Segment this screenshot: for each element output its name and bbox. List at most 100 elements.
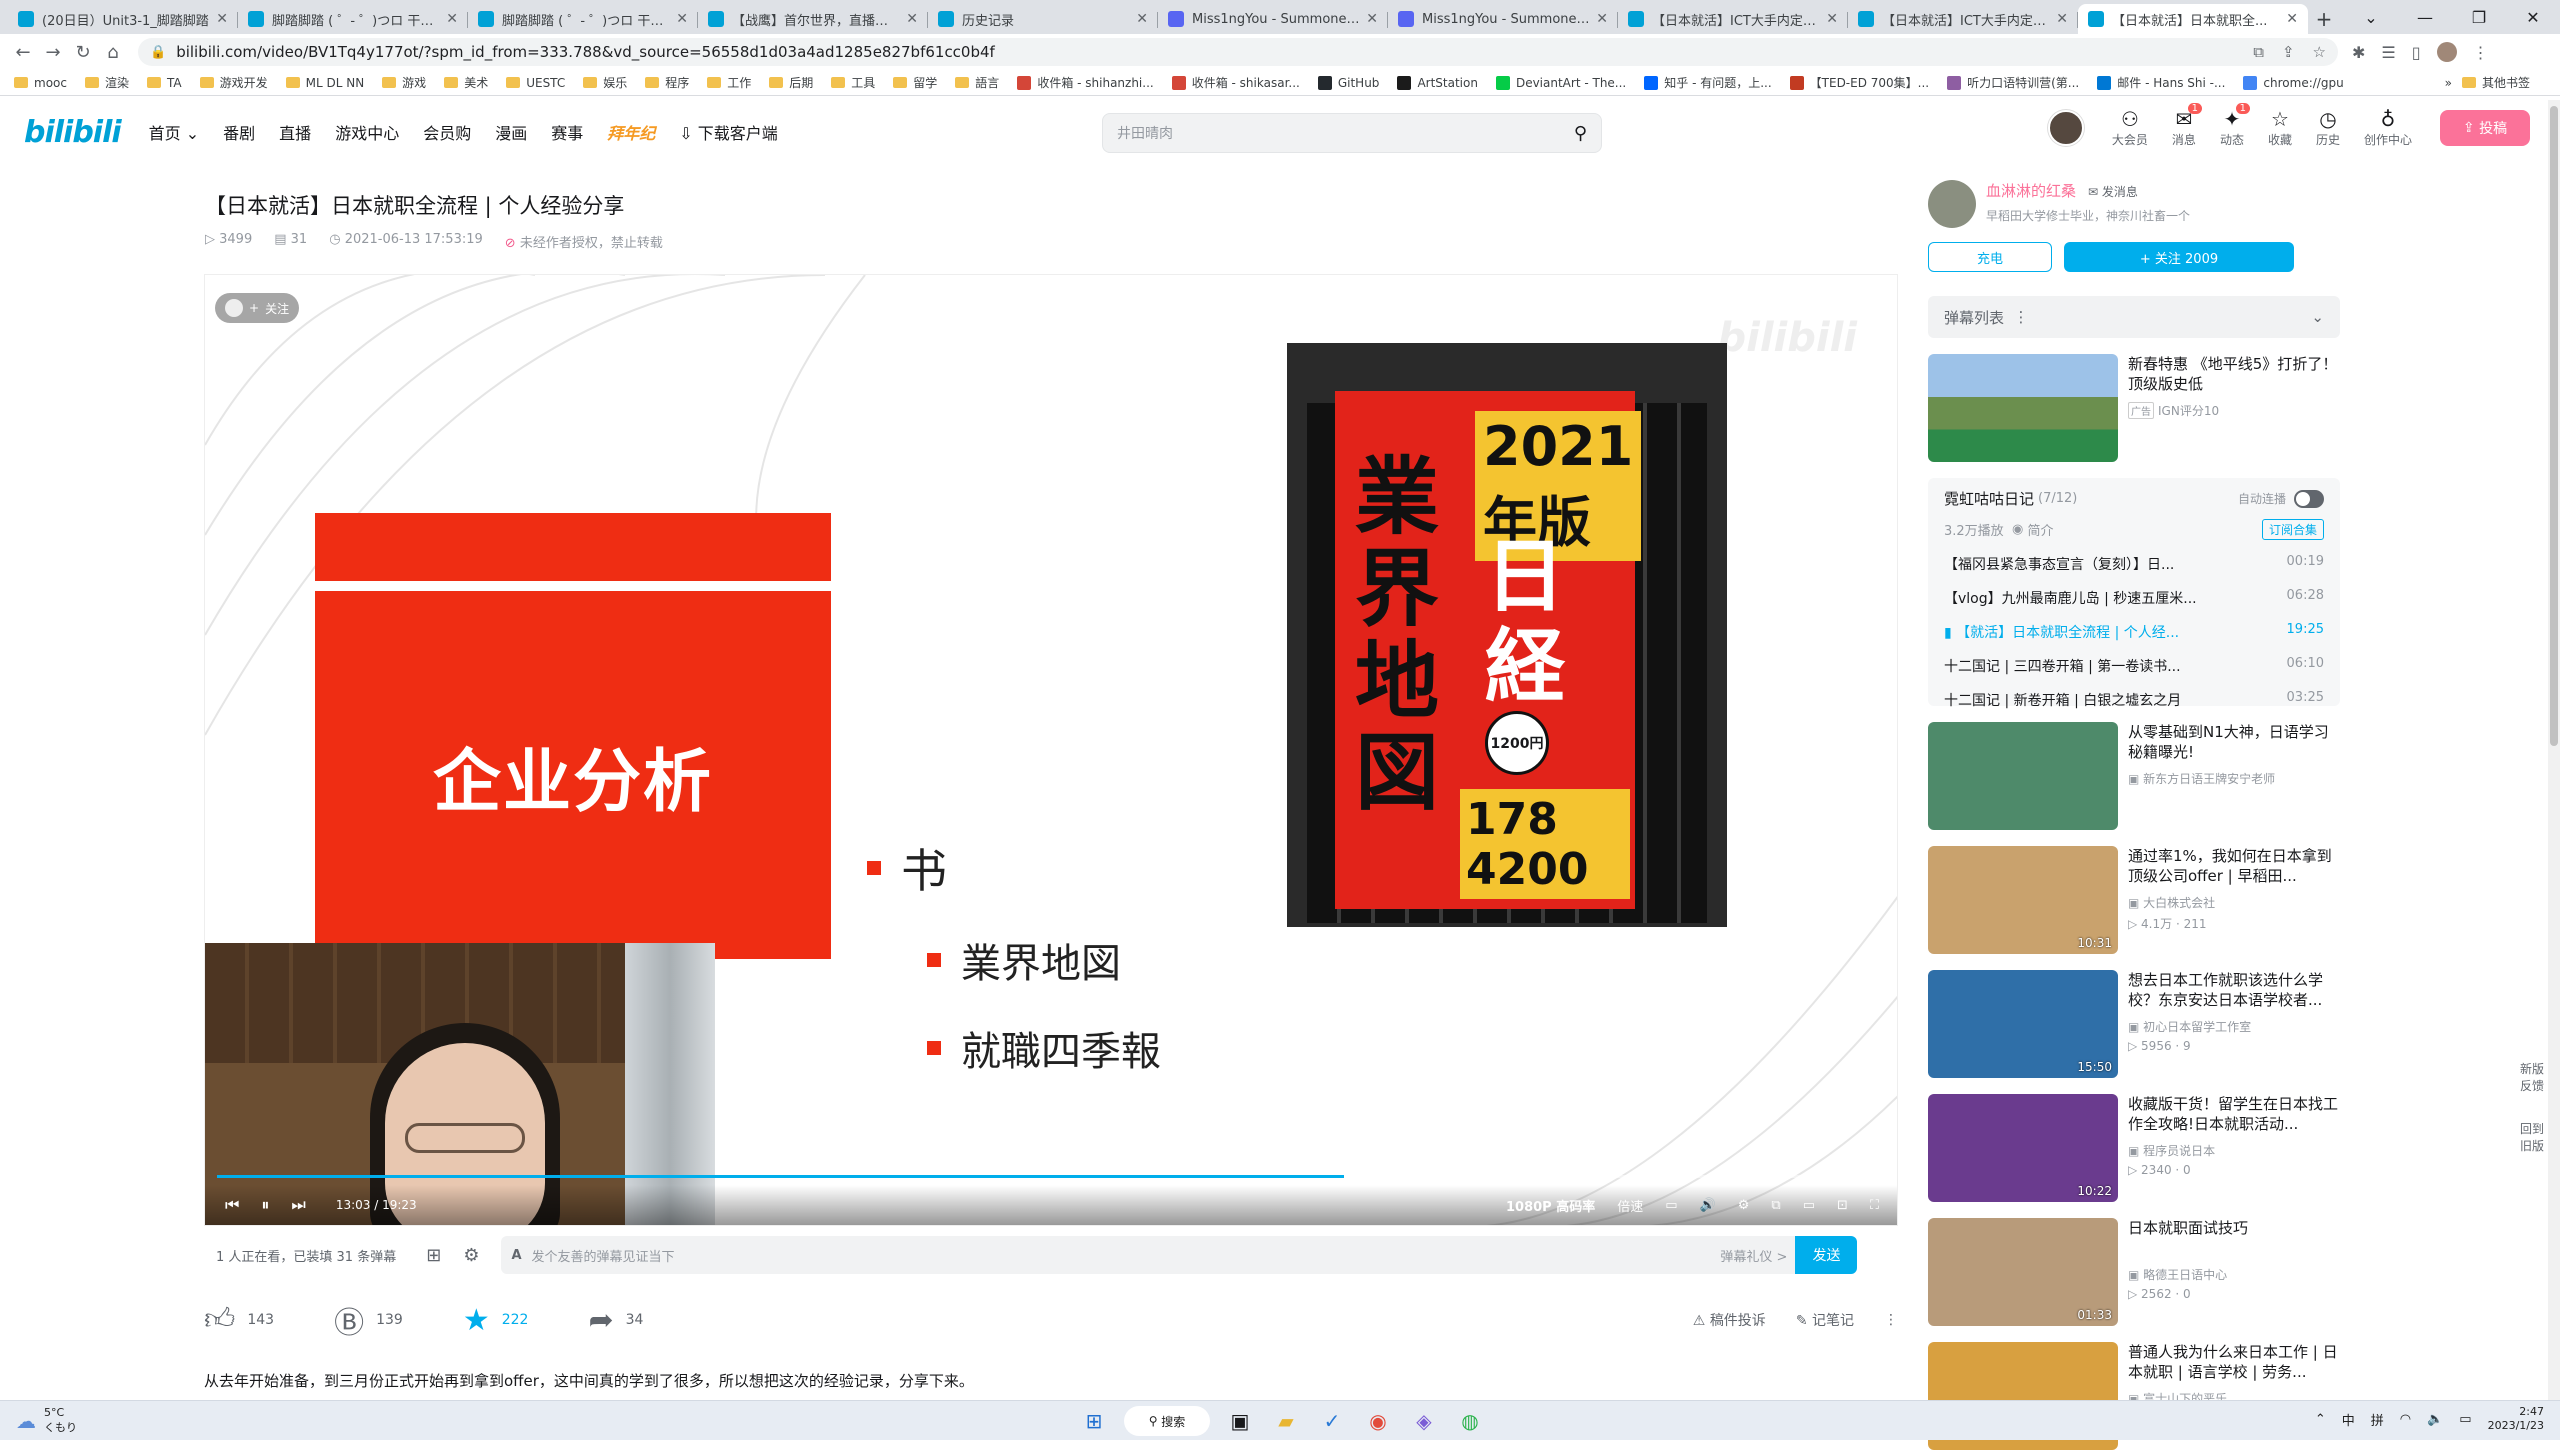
prev-icon[interactable]: ⏮ [225, 1195, 239, 1215]
progress-bar[interactable] [217, 1175, 1887, 1178]
recommendation-card[interactable]: 15:50 想去日本工作就职该选什么学校？东京安达日本语学校者... ▣ 初心日本留… [1928, 970, 2340, 1078]
bookmark-item[interactable]: 工具 [831, 74, 875, 91]
more-icon[interactable]: ⋮ [1884, 1312, 1898, 1328]
header-icon-3[interactable]: ☆ 收藏 [2268, 107, 2292, 148]
collection-intro[interactable]: 简介 [2027, 520, 2053, 539]
user-avatar[interactable] [2047, 109, 2084, 146]
recommendation-card[interactable]: 10:22 收藏版干货！留学生在日本找工作全攻略!日本就职活动... ▣ 程序员说日… [1928, 1094, 2340, 1202]
browser-tab[interactable]: 【战鹰】首尔世界，直播从新... ✕ [698, 4, 928, 34]
maximize-button[interactable]: ❐ [2452, 0, 2506, 34]
favorite-button[interactable]: ★ 222 [463, 1303, 529, 1338]
tray-chevron-icon[interactable]: ⌃ [2315, 1412, 2326, 1427]
ad-card[interactable]: 新春特惠 《地平线5》打折了！顶级版史低 广告 IGN评分10 [1928, 354, 2340, 462]
new-tab-button[interactable]: + [2308, 4, 2340, 34]
browser-tab[interactable]: 脚踏脚踏 ( ゜- ゜)つロ 干杯~-bilibili ✕ [238, 4, 468, 34]
taskbar-search[interactable]: ⚲ 搜索 [1124, 1406, 1210, 1436]
extension-puzzle-icon[interactable]: ✱ [2352, 43, 2365, 62]
bookmark-item[interactable]: 渲染 [84, 74, 129, 91]
wifi-icon[interactable]: ◠ [2400, 1412, 2411, 1427]
tab-close-icon[interactable]: ✕ [446, 11, 458, 27]
fullscreen-icon[interactable]: ⛶ [1870, 1198, 1879, 1213]
app-icon[interactable]: ◈ [1408, 1405, 1440, 1437]
speed-selector[interactable]: 倍速 [1617, 1196, 1643, 1215]
tab-close-icon[interactable]: ✕ [1596, 11, 1608, 27]
clock[interactable]: 2:47 2023/1/23 [2488, 1405, 2544, 1433]
browser-tab[interactable]: (20日目）Unit3-1_脚踏脚踏 ✕ [8, 4, 238, 34]
nav-item-highlight[interactable]: 拜年纪 [607, 120, 655, 144]
bookmark-item[interactable]: 留学 [893, 74, 937, 91]
subscribe-collection-button[interactable]: 订阅合集 [2261, 519, 2324, 540]
forward-button[interactable]: → [38, 37, 68, 67]
upload-button[interactable]: ⇪ 投稿 [2440, 109, 2530, 146]
collection-name[interactable]: 霓虹咕咕日记 [1944, 488, 2034, 509]
chrome-icon[interactable]: ◉ [1362, 1405, 1394, 1437]
toggle-switch[interactable] [2294, 489, 2324, 508]
bookmark-item[interactable]: UESTC [506, 76, 565, 90]
episode-item[interactable]: 【vlog】九州最南鹿儿岛 | 秒速五厘米... 06:28 [1944, 588, 2324, 608]
tab-close-icon[interactable]: ✕ [2286, 11, 2298, 27]
danmaku-input[interactable]: A 发个友善的弹幕见证当下 弹幕礼仪 > [501, 1236, 1802, 1274]
bookmark-item[interactable]: 工作 [707, 74, 751, 91]
subtitle-icon[interactable]: ▭ [1665, 1198, 1677, 1213]
bookmark-item[interactable]: 游戏开发 [199, 74, 268, 91]
tab-search-icon[interactable]: ⌄ [2344, 0, 2398, 34]
uploader-name[interactable]: 血淋淋的红桑 [1986, 182, 2076, 200]
tab-close-icon[interactable]: ✕ [1136, 11, 1148, 27]
bookmark-item[interactable]: 后期 [769, 74, 813, 91]
recommendation-card[interactable]: 从零基础到N1大神，日语学习秘籍曝光! ▣ 新东方日语王牌安宁老师 [1928, 722, 2340, 830]
widescreen-icon[interactable]: ▭ [1803, 1198, 1815, 1213]
danmaku-etiquette-link[interactable]: 弹幕礼仪 > [1720, 1246, 1787, 1265]
home-button[interactable]: ⌂ [98, 37, 128, 67]
wechat-icon[interactable]: ◍ [1454, 1405, 1486, 1437]
tab-close-icon[interactable]: ✕ [906, 11, 918, 27]
browser-tab[interactable]: 【日本就活】日本就职全... ✕ [2078, 4, 2308, 34]
bookmark-item[interactable]: 語言 [955, 74, 999, 91]
browser-tab[interactable]: Miss1ngYou - Summoner Stats ✕ [1388, 4, 1618, 34]
browser-tab[interactable]: 【日本就活】ICT大手内定个人... ✕ [1848, 4, 2078, 34]
battery-icon[interactable]: ▭ [2459, 1412, 2471, 1427]
tab-close-icon[interactable]: ✕ [676, 11, 688, 27]
floating-link[interactable]: 新版反馈 [2520, 1060, 2550, 1094]
bookmark-item[interactable]: 邮件 - Hans Shi -... [2097, 74, 2225, 91]
pause-icon[interactable]: ⏸ [261, 1195, 269, 1215]
danmaku-settings-icon[interactable]: ⚙ [463, 1245, 479, 1266]
todo-icon[interactable]: ✓ [1316, 1405, 1348, 1437]
url-field[interactable]: 🔒 bilibili.com/video/BV1Tq4y177ot/?spm_i… [138, 38, 2338, 66]
message-link[interactable]: ✉ 发消息 [2088, 185, 2138, 199]
danmaku-style-icon[interactable]: A [511, 1248, 521, 1263]
report-button[interactable]: ⚠ 稿件投诉 [1693, 1310, 1766, 1330]
header-icon-1[interactable]: ✉ 1 消息 [2172, 103, 2202, 148]
episode-item[interactable]: ▮ 【就活】日本就职全流程 | 个人经... 19:25 [1944, 622, 2324, 642]
danmaku-toggle-icon[interactable]: ⊞ [426, 1245, 441, 1266]
reload-button[interactable]: ↻ [68, 37, 98, 67]
bookmark-item[interactable]: chrome://gpu [2243, 75, 2344, 90]
bookmark-item[interactable]: DeviantArt - The... [1495, 75, 1626, 90]
follow-pill-button[interactable]: + 关注 [215, 293, 300, 323]
charge-button[interactable]: 充电 [1928, 242, 2052, 272]
more-bookmarks-icon[interactable]: » [2445, 76, 2452, 90]
profile-avatar[interactable] [2436, 42, 2457, 62]
start-icon[interactable]: ⊞ [1078, 1405, 1110, 1437]
nav-item[interactable]: 番剧 [223, 120, 255, 144]
bookmark-item[interactable]: TA [147, 76, 182, 90]
like-button[interactable]: 👍︎ 143 [204, 1302, 274, 1338]
bookmark-item[interactable]: ArtStation [1397, 75, 1478, 90]
webfullscreen-icon[interactable]: ⊡ [1837, 1198, 1848, 1213]
scrollbar-thumb[interactable] [2550, 106, 2558, 746]
bookmark-item[interactable]: 知乎 - 有问题，上... [1644, 74, 1772, 91]
tab-close-icon[interactable]: ✕ [2056, 11, 2068, 27]
close-window-button[interactable]: ✕ [2506, 0, 2560, 34]
bookmark-item[interactable]: mooc [14, 76, 67, 90]
nav-item[interactable]: 漫画 [495, 120, 527, 144]
speaker-icon[interactable]: 🔈 [2427, 1412, 2443, 1427]
bookmark-item[interactable]: 收件箱 - shikasar... [1171, 74, 1300, 91]
share-icon[interactable]: ⇪ [2282, 43, 2295, 61]
bookmark-item[interactable]: 程序 [645, 74, 689, 91]
header-icon-4[interactable]: ◷ 历史 [2316, 107, 2340, 148]
bookmark-item[interactable]: 娱乐 [583, 74, 627, 91]
browser-tab[interactable]: 【日本就活】ICT大手内定个人... ✕ [1618, 4, 1848, 34]
ime-mode[interactable]: 中 [2342, 1410, 2355, 1429]
reading-list-icon[interactable]: ☰ [2381, 43, 2395, 62]
header-icon-0[interactable]: ⚇ 大会员 [2112, 107, 2148, 148]
episode-item[interactable]: 【福冈县紧急事态宣言（复刻）】日... 00:19 [1944, 554, 2324, 574]
